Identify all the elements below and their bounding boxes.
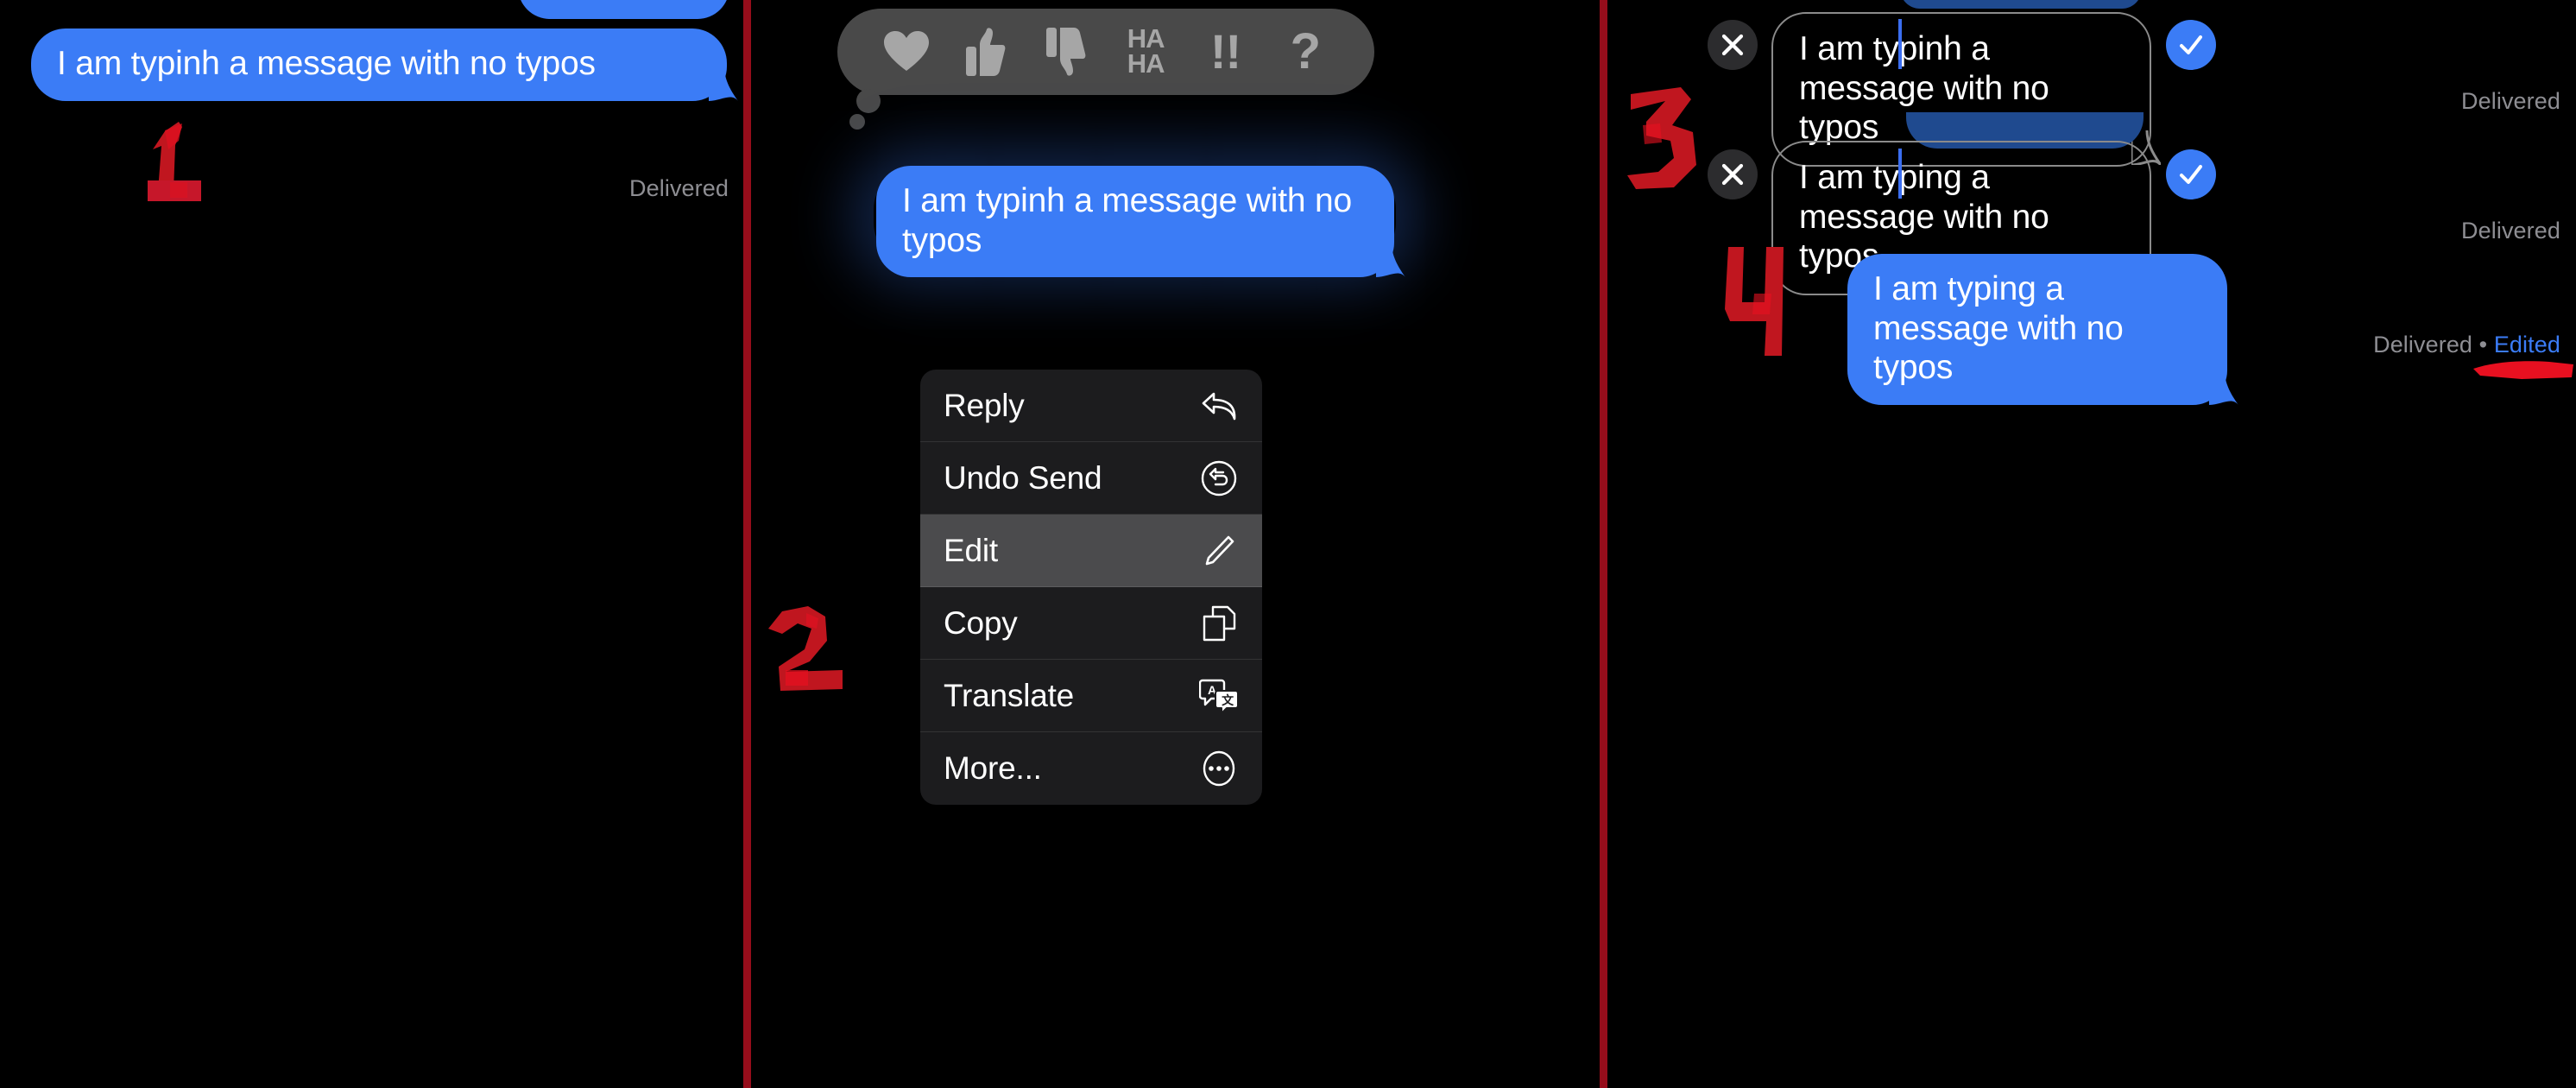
status-delivered-text: Delivered — [2373, 332, 2473, 357]
message-bubble-original[interactable]: I am typinh a message with no typos — [31, 28, 738, 101]
reply-icon — [1199, 386, 1239, 426]
text-caret-1 — [1898, 19, 1902, 69]
status-delivered-edited: Delivered • Edited — [2373, 332, 2560, 358]
screenshot-stage: I am typinh a message with no typos Deli… — [0, 0, 2576, 1088]
menu-item-undo-send[interactable]: Undo Send — [920, 442, 1262, 515]
undo-send-icon — [1199, 459, 1239, 498]
panel-divider-2 — [1600, 0, 1607, 1088]
status-delivered-1: Delivered — [629, 175, 729, 201]
menu-item-label: Copy — [944, 604, 1018, 641]
status-delivered-edit-2: Delivered — [2461, 218, 2560, 244]
heart-reaction[interactable] — [867, 11, 946, 92]
exclamation-reaction-label: !! — [1209, 24, 1241, 79]
menu-item-label: Translate — [944, 677, 1075, 713]
confirm-edit-button-2[interactable] — [2166, 149, 2216, 199]
annotation-number-3 — [1624, 82, 1727, 203]
thumbs-up-reaction[interactable] — [946, 11, 1026, 92]
exclamation-reaction[interactable]: !! — [1185, 11, 1265, 92]
reaction-bar[interactable]: HA HA !! ? — [837, 9, 1374, 95]
thumbs-down-reaction[interactable] — [1026, 11, 1106, 92]
panel-divider-1 — [743, 0, 751, 1088]
haha-reaction[interactable]: HA HA — [1106, 11, 1185, 92]
menu-item-edit[interactable]: Edit — [920, 515, 1262, 587]
haha-reaction-label: HA HA — [1127, 23, 1165, 79]
cancel-edit-button-1[interactable] — [1708, 20, 1758, 70]
reaction-bar-tail-large — [856, 89, 881, 113]
bubble-tail — [1376, 243, 1405, 278]
menu-item-translate[interactable]: Translate A 文 — [920, 660, 1262, 732]
menu-item-reply[interactable]: Reply — [920, 370, 1262, 442]
annotation-number-4 — [1716, 242, 1811, 363]
panel-step-1: I am typinh a message with no typos Deli… — [0, 0, 744, 1088]
message-text: I am typing a message with no typos — [1873, 270, 2124, 387]
reaction-bar-tail-small — [849, 114, 865, 130]
annotation-number-2 — [760, 604, 881, 734]
text-caret-2 — [1898, 149, 1902, 199]
message-bubble-edited[interactable]: I am typing a message with no typos — [1847, 254, 2238, 405]
translate-icon: A 文 — [1199, 676, 1239, 716]
pencil-icon — [1199, 531, 1239, 571]
annotation-number-1 — [125, 115, 229, 206]
menu-item-label: Undo Send — [944, 459, 1102, 496]
menu-item-more[interactable]: More... — [920, 732, 1262, 805]
question-reaction[interactable]: ? — [1266, 11, 1345, 92]
status-edited-link[interactable]: Edited — [2494, 332, 2560, 357]
message-text: I am typinh a message with no typos — [902, 182, 1352, 259]
annotation-underline — [2472, 357, 2575, 383]
partial-bubble-above — [518, 0, 729, 19]
menu-item-label: More... — [944, 750, 1042, 786]
menu-item-copy[interactable]: Copy — [920, 587, 1262, 660]
panel-step-2: HA HA !! ? I am typinh a message with no … — [751, 0, 1601, 1088]
copy-icon — [1199, 604, 1239, 643]
menu-item-label: Edit — [944, 532, 998, 568]
status-delivered-edit-1: Delivered — [2461, 88, 2560, 114]
context-menu[interactable]: Reply Undo Send Edit Copy Translate A 文 … — [920, 370, 1262, 805]
bubble-tail — [2209, 370, 2238, 405]
question-reaction-label: ? — [1290, 23, 1321, 80]
message-text: I am typinh a message with no typos — [57, 45, 596, 82]
status-separator: • — [2478, 332, 2488, 357]
ellipsis-icon — [1199, 749, 1239, 788]
confirm-edit-button-1[interactable] — [2166, 20, 2216, 70]
partial-bubble-above-top — [1900, 0, 2142, 9]
bubble-tail — [709, 66, 738, 101]
menu-item-label: Reply — [944, 387, 1025, 423]
panel-step-3: I am typinh a message with no typos Deli… — [1608, 0, 2576, 1088]
svg-text:文: 文 — [1222, 693, 1234, 707]
message-bubble-focused[interactable]: I am typinh a message with no typos — [876, 166, 1405, 278]
